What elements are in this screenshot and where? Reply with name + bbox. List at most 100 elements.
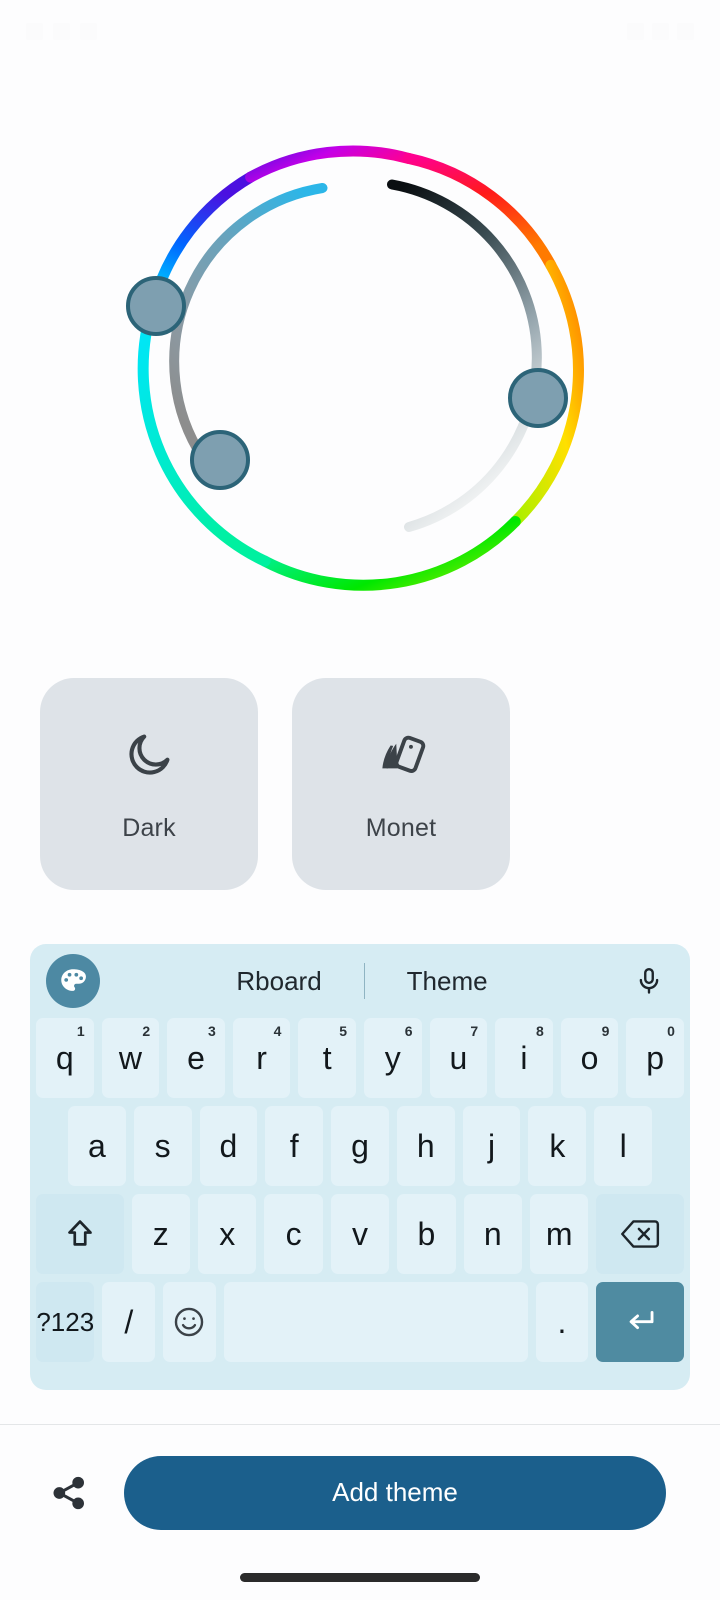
key-q-label: q bbox=[55, 1039, 74, 1076]
keyboard-toolbar: Rboard Theme bbox=[30, 944, 690, 1018]
status-bar-right bbox=[627, 22, 694, 40]
key-q[interactable]: 1 q bbox=[36, 1018, 94, 1098]
add-theme-button[interactable]: Add theme bbox=[124, 1455, 666, 1530]
key-d[interactable]: d bbox=[199, 1106, 258, 1186]
key-m-label: m bbox=[545, 1215, 573, 1252]
shift-icon[interactable] bbox=[35, 1194, 124, 1274]
theme-option-monet-label: Monet bbox=[365, 813, 437, 842]
period-key-label: . bbox=[557, 1303, 567, 1340]
share-icon[interactable] bbox=[32, 1456, 106, 1530]
key-r[interactable]: 4 r bbox=[232, 1018, 291, 1098]
theme-option-cards: Dark Monet bbox=[40, 678, 510, 890]
key-a[interactable]: a bbox=[67, 1106, 126, 1186]
key-p-label: p bbox=[646, 1039, 665, 1076]
key-e-sup: 3 bbox=[208, 1023, 216, 1039]
color-wheel[interactable] bbox=[110, 120, 610, 600]
key-g[interactable]: g bbox=[331, 1106, 389, 1186]
theme-option-dark[interactable]: Dark bbox=[40, 678, 258, 890]
bottom-action-bar: Add theme bbox=[0, 1425, 720, 1560]
keyboard-section-label: Theme bbox=[406, 965, 488, 996]
symbols-key[interactable]: ?123 bbox=[36, 1282, 95, 1362]
handle-right[interactable] bbox=[508, 368, 568, 428]
key-o[interactable]: 9 o bbox=[560, 1018, 619, 1098]
key-z[interactable]: z bbox=[131, 1194, 190, 1274]
key-d-label: d bbox=[219, 1127, 238, 1164]
key-s[interactable]: s bbox=[133, 1106, 192, 1186]
key-x-label: x bbox=[219, 1215, 236, 1252]
theme-option-dark-label: Dark bbox=[122, 813, 176, 842]
key-f-label: f bbox=[289, 1127, 299, 1164]
key-q-sup: 1 bbox=[76, 1023, 85, 1039]
key-p-sup: 0 bbox=[667, 1023, 675, 1039]
key-c-label: c bbox=[285, 1215, 302, 1252]
slash-key[interactable]: / bbox=[102, 1282, 156, 1362]
key-v[interactable]: v bbox=[330, 1194, 390, 1274]
key-a-label: a bbox=[87, 1127, 106, 1164]
handle-bottom-left[interactable] bbox=[190, 430, 250, 490]
key-n[interactable]: n bbox=[463, 1194, 523, 1274]
key-h[interactable]: h bbox=[396, 1106, 455, 1186]
battery-icon bbox=[677, 22, 694, 40]
key-t-sup: 5 bbox=[339, 1023, 347, 1039]
key-g-label: g bbox=[351, 1127, 369, 1164]
key-h-label: h bbox=[416, 1127, 435, 1164]
palette-icon[interactable] bbox=[46, 954, 100, 1008]
key-w-label: w bbox=[118, 1039, 142, 1076]
key-i[interactable]: 8 i bbox=[495, 1018, 553, 1098]
keyboard-toolbar-center: Rboard Theme bbox=[100, 963, 624, 999]
theme-option-monet[interactable]: Monet bbox=[292, 678, 510, 890]
backspace-icon[interactable] bbox=[596, 1194, 685, 1274]
key-b[interactable]: b bbox=[397, 1194, 456, 1274]
key-r-sup: 4 bbox=[273, 1023, 282, 1039]
key-t[interactable]: 5 t bbox=[298, 1018, 356, 1098]
enter-icon[interactable] bbox=[596, 1282, 684, 1362]
key-y-sup: 6 bbox=[404, 1023, 413, 1039]
keyboard-row-1: 1 q 2 w 3 e 4 r 5 t 6 y 7 u 8 i 9 o 0 p bbox=[36, 1018, 684, 1098]
key-j[interactable]: j bbox=[462, 1106, 521, 1186]
signal-icon bbox=[652, 22, 669, 40]
slash-key-label: / bbox=[124, 1303, 134, 1340]
notification-icon bbox=[26, 22, 43, 40]
key-e[interactable]: 3 e bbox=[167, 1018, 225, 1098]
key-e-label: e bbox=[187, 1039, 205, 1076]
key-j-label: j bbox=[488, 1127, 496, 1164]
emoji-icon[interactable] bbox=[163, 1282, 216, 1362]
key-c[interactable]: c bbox=[264, 1194, 323, 1274]
key-r-label: r bbox=[256, 1039, 267, 1076]
key-l[interactable]: l bbox=[594, 1106, 653, 1186]
keyboard-row-2: a s d f g h j k l bbox=[36, 1106, 684, 1186]
key-w[interactable]: 2 w bbox=[101, 1018, 160, 1098]
key-i-sup: 8 bbox=[535, 1023, 544, 1039]
key-u[interactable]: 7 u bbox=[429, 1018, 488, 1098]
key-f[interactable]: f bbox=[265, 1106, 324, 1186]
key-z-label: z bbox=[152, 1215, 169, 1252]
gesture-nav-handle[interactable] bbox=[240, 1573, 480, 1582]
key-u-sup: 7 bbox=[470, 1023, 479, 1039]
key-o-label: o bbox=[580, 1039, 599, 1076]
key-l-label: l bbox=[619, 1127, 627, 1164]
key-w-sup: 2 bbox=[142, 1023, 151, 1039]
key-k[interactable]: k bbox=[528, 1106, 587, 1186]
neutral-arc[interactable] bbox=[387, 179, 542, 532]
space-key[interactable] bbox=[223, 1282, 528, 1362]
symbols-key-label: ?123 bbox=[36, 1306, 95, 1337]
key-i-label: i bbox=[520, 1039, 528, 1076]
color-wheel-area bbox=[0, 110, 720, 610]
keyboard-row-4: ?123 / . bbox=[36, 1282, 684, 1362]
monet-phone-icon bbox=[372, 726, 430, 784]
key-n-label: n bbox=[483, 1215, 502, 1252]
hue-ring[interactable] bbox=[137, 145, 584, 591]
microphone-icon[interactable] bbox=[624, 954, 674, 1008]
period-key[interactable]: . bbox=[535, 1282, 589, 1362]
keyboard-preview: Rboard Theme 1 q 2 w 3 e 4 r 5 t 6 y 7 u… bbox=[30, 944, 690, 1390]
theme-editor-screen: Dark Monet Rboard Theme 1 q 2 w 3 e 4 r … bbox=[0, 0, 720, 1600]
keyboard-app-name: Rboard bbox=[236, 965, 322, 996]
moon-icon bbox=[120, 726, 178, 784]
handle-left[interactable] bbox=[126, 276, 186, 336]
status-bar-left bbox=[26, 22, 97, 40]
key-p[interactable]: 0 p bbox=[626, 1018, 684, 1098]
key-x[interactable]: x bbox=[197, 1194, 257, 1274]
key-m[interactable]: m bbox=[530, 1194, 589, 1274]
key-s-label: s bbox=[154, 1127, 171, 1164]
key-y[interactable]: 6 y bbox=[364, 1018, 422, 1098]
